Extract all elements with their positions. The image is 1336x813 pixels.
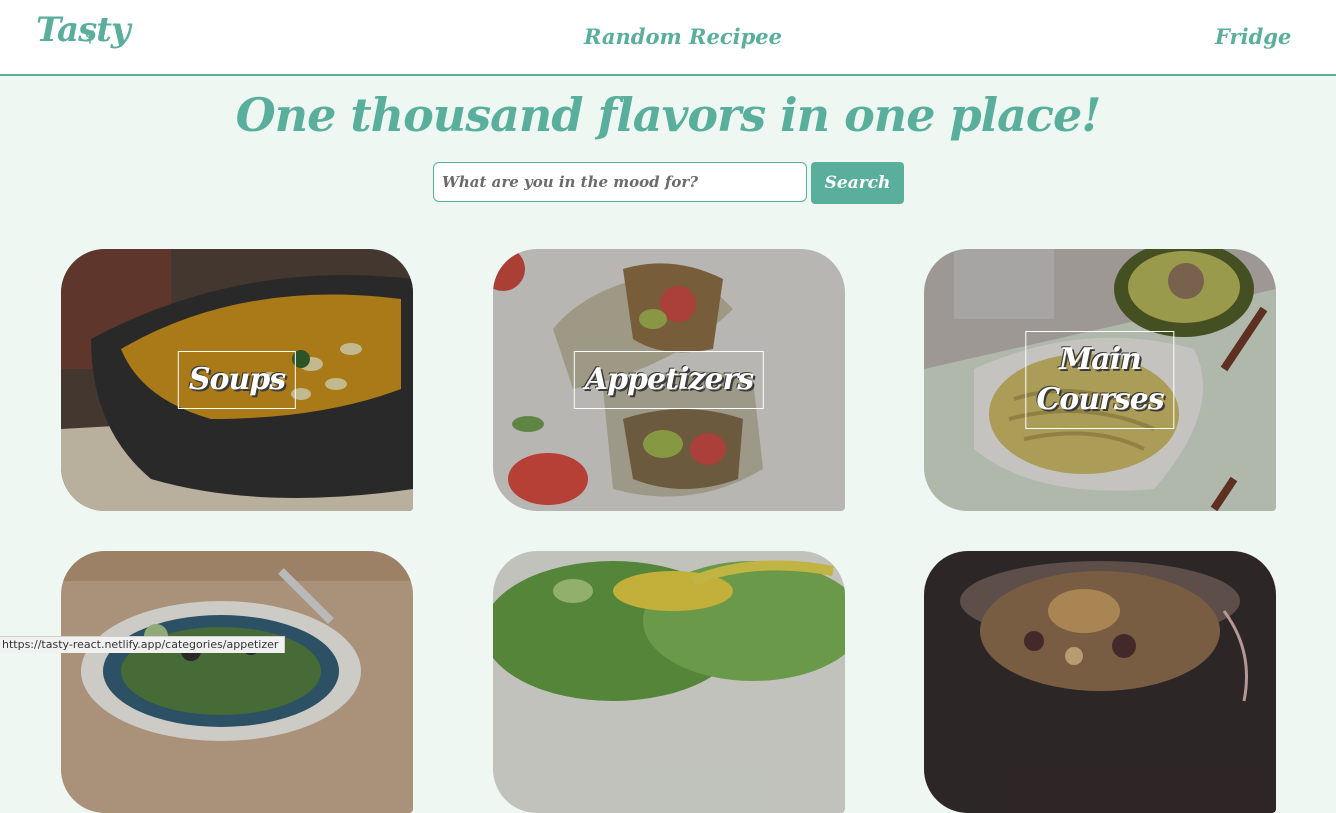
category-card-soups[interactable]: Soups xyxy=(61,249,413,511)
logo[interactable]: Tasty xyxy=(36,10,131,50)
fork-icon xyxy=(86,30,94,44)
card-overlay xyxy=(924,551,1276,813)
site-header: Tasty Random Recipee Fridge xyxy=(0,0,1336,76)
category-card-main-courses[interactable]: Main Courses xyxy=(924,249,1276,511)
category-card-5[interactable] xyxy=(493,551,845,813)
card-overlay xyxy=(493,551,845,813)
category-label: Main Courses xyxy=(1025,331,1175,429)
category-card-6[interactable] xyxy=(924,551,1276,813)
search-input[interactable] xyxy=(433,162,807,202)
search-button[interactable]: Search xyxy=(811,162,904,204)
card-overlay xyxy=(61,551,413,813)
category-card-appetizers[interactable]: Appetizers xyxy=(493,249,845,511)
category-card-4[interactable] xyxy=(61,551,413,813)
hero-title: One thousand flavors in one place! xyxy=(235,88,1102,142)
category-label: Soups xyxy=(177,351,297,409)
nav-fridge[interactable]: Fridge xyxy=(1215,24,1291,49)
category-label: Appetizers xyxy=(573,351,765,409)
nav-random-recipe[interactable]: Random Recipee xyxy=(584,24,782,49)
status-url: https://tasty-react.netlify.app/categori… xyxy=(0,636,286,653)
